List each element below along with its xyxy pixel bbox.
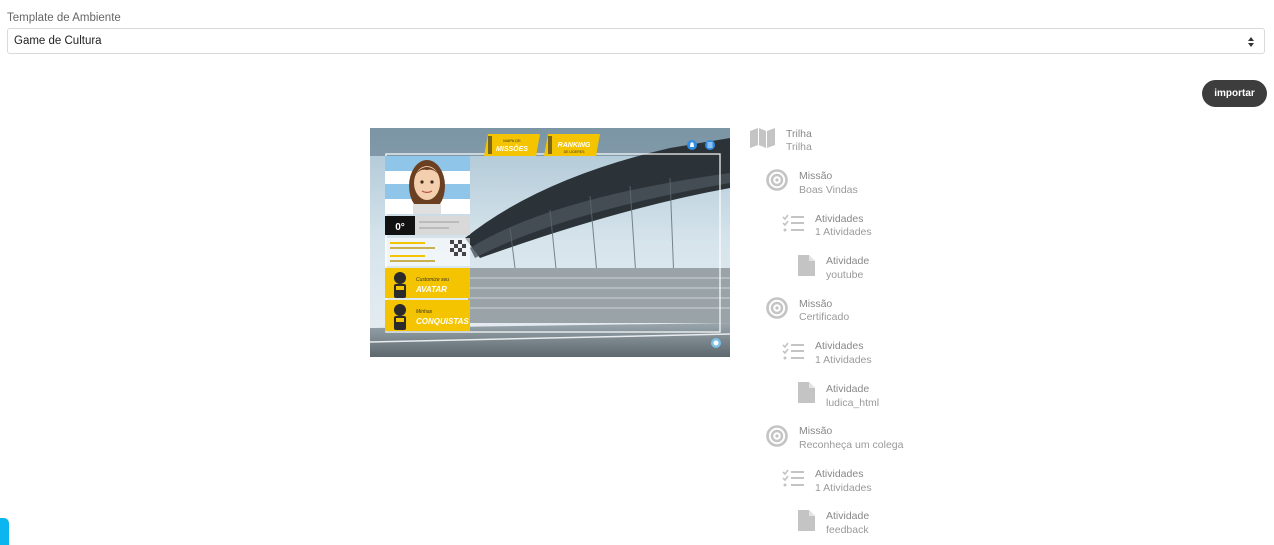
missions-button: MISSÕES [496,144,528,153]
target-icon [766,169,788,191]
activity-name: youtube [826,269,864,281]
mission-name: Reconheça um colega [799,439,904,451]
mission-name: Boas Vindas [799,184,858,196]
ranking-small-text: DE LÍDERES [564,150,585,154]
checklist-icon [782,214,804,232]
activities-type: Atividades [815,468,864,480]
target-icon [766,297,788,319]
sort-caret-icon [1248,37,1254,47]
file-icon [798,510,815,531]
template-select[interactable]: Game de Cultura [7,28,1265,54]
achievements-button: CONQUISTAS [416,317,469,326]
preview-illustration: MAPA DE MISSÕES RANKING DE LÍDERES 0° Cu… [370,128,730,357]
score-value: 0° [395,222,405,233]
activity-type: Atividade [826,255,870,267]
activity-type: Atividade [826,510,870,522]
help-widget-tab[interactable] [0,518,9,545]
target-icon [766,425,788,447]
mission-name: Certificado [799,311,850,323]
checklist-icon [782,342,804,360]
template-preview-image: MAPA DE MISSÕES RANKING DE LÍDERES 0° Cu… [370,128,730,357]
avatar-button-small: Customize seu [416,277,449,283]
trilha-type: Trilha [786,128,812,140]
file-icon [798,255,815,276]
template-select-value: Game de Cultura [14,35,102,47]
activities-type: Atividades [815,340,864,352]
activities-count: 1 Atividades [815,354,872,366]
template-label: Template de Ambiente [7,12,121,24]
trilha-name: Trilha [786,141,812,153]
activities-count: 1 Atividades [815,226,872,238]
mission-type: Missão [799,170,833,182]
activities-type: Atividades [815,213,864,225]
avatar-button: AVATAR [415,285,447,294]
activities-count: 1 Atividades [815,482,872,494]
checklist-icon [782,469,804,487]
achievements-button-small: Minhas [416,309,433,315]
file-icon [798,382,815,403]
activity-name: feedback [826,524,869,536]
activity-type: Atividade [826,383,870,395]
activity-name: ludica_html [826,397,880,409]
ranking-button: RANKING [558,142,591,149]
missions-small-text: MAPA DE [503,138,521,143]
mission-type: Missão [799,425,833,437]
import-button[interactable]: importar [1202,80,1267,107]
mission-type: Missão [799,298,833,310]
map-icon [750,128,775,148]
